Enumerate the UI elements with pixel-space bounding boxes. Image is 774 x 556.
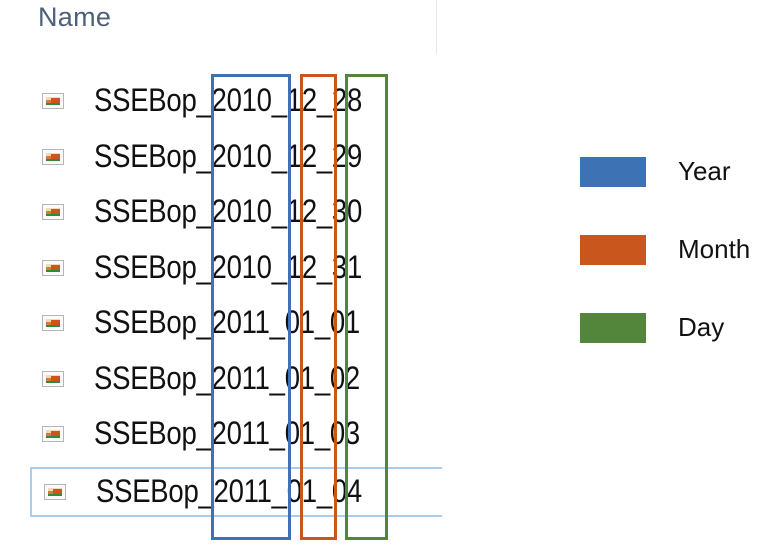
column-divider[interactable] [436, 0, 437, 54]
day-highlight-box [345, 74, 388, 540]
year-highlight-box [211, 74, 291, 540]
name-column-header[interactable]: Name [38, 2, 111, 33]
legend-swatch [580, 157, 646, 187]
image-file-icon [42, 204, 64, 220]
legend-label: Year [678, 156, 731, 186]
legend-swatch [580, 235, 646, 265]
image-file-icon [42, 148, 64, 165]
image-file-icon [42, 370, 64, 387]
image-file-icon [44, 483, 66, 500]
image-file-icon [42, 259, 64, 276]
month-highlight-box [300, 74, 337, 540]
image-file-icon [42, 315, 64, 331]
legend-label: Month [678, 234, 751, 264]
image-file-icon [42, 93, 64, 109]
legend-label: Day [678, 312, 725, 342]
image-file-icon [42, 426, 64, 442]
legend-swatch [580, 313, 646, 343]
